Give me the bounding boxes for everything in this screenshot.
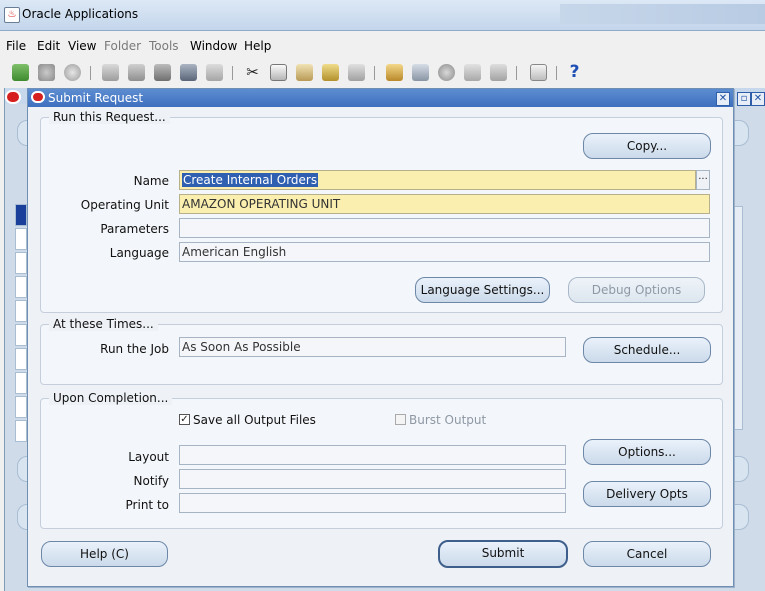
parameters-label: Parameters (100, 222, 169, 236)
menu-folder[interactable]: Folder (104, 39, 141, 53)
window-tile-icon[interactable] (530, 64, 547, 81)
window-title-bar: ♨ Oracle Applications (0, 0, 765, 31)
paste-icon[interactable] (296, 64, 313, 81)
language-label: Language (109, 246, 169, 260)
menu-file[interactable]: File (6, 39, 26, 53)
toolbar: ✂ ? (0, 60, 765, 86)
name-field[interactable]: Create Internal Orders (179, 170, 696, 190)
background-record-indicator (15, 204, 27, 226)
switch-responsibility-icon[interactable] (154, 64, 171, 81)
navigator-icon[interactable] (64, 64, 81, 81)
cancel-button[interactable]: Cancel (583, 541, 711, 567)
find-icon[interactable] (38, 64, 55, 81)
run-request-group-label: Run this Request... (49, 110, 170, 124)
new-record-icon[interactable] (12, 64, 29, 81)
background-cell (15, 420, 27, 442)
menu-view[interactable]: View (68, 39, 96, 53)
times-group-label: At these Times... (49, 317, 158, 331)
completion-group-label: Upon Completion... (49, 391, 173, 405)
edit-field-icon[interactable] (386, 64, 403, 81)
name-lov-button[interactable]: ... (696, 170, 710, 190)
print-icon[interactable] (180, 64, 197, 81)
burst-output-label: Burst Output (409, 413, 487, 427)
dialog-title-bar: Submit Request ✕ (28, 89, 733, 107)
folder-tools-icon[interactable] (490, 64, 507, 81)
print-to-label: Print to (125, 498, 169, 512)
print-to-field[interactable] (179, 493, 566, 513)
oracle-logo-icon (31, 91, 45, 103)
delete-record-icon[interactable] (348, 64, 365, 81)
background-cell (15, 324, 27, 346)
language-settings-button[interactable]: Language Settings... (415, 277, 550, 303)
toolbar-separator (374, 66, 375, 80)
name-label: Name (133, 174, 169, 188)
save-output-label: Save all Output Files (193, 413, 316, 427)
run-job-field[interactable]: As Soon As Possible (179, 337, 566, 357)
menu-window[interactable]: Window (190, 39, 237, 53)
copy-icon[interactable] (270, 64, 287, 81)
schedule-button[interactable]: Schedule... (583, 337, 711, 363)
window-title: Oracle Applications (22, 7, 139, 21)
submit-request-dialog: Submit Request ✕ Run this Request... Cop… (27, 88, 734, 587)
parameters-field[interactable] (179, 218, 710, 238)
save-icon[interactable] (102, 64, 119, 81)
layout-label: Layout (128, 450, 169, 464)
help-icon[interactable]: ? (566, 64, 583, 81)
operating-unit-field[interactable]: AMAZON OPERATING UNIT (179, 194, 710, 214)
submit-button[interactable]: Submit (438, 540, 568, 568)
background-cell (15, 372, 27, 394)
attachments-icon[interactable] (464, 64, 481, 81)
notify-field[interactable] (179, 469, 566, 489)
menu-edit[interactable]: Edit (37, 39, 60, 53)
background-form-restore-icon[interactable]: ▫ (737, 92, 751, 106)
menu-tools[interactable]: Tools (149, 39, 179, 53)
dialog-title: Submit Request (48, 91, 144, 105)
oracle-form-icon (5, 90, 21, 104)
burst-output-checkbox[interactable] (395, 414, 406, 425)
delivery-opts-button[interactable]: Delivery Opts (583, 481, 711, 507)
toolbar-separator (516, 66, 517, 80)
toolbar-separator (90, 66, 91, 80)
menu-help[interactable]: Help (244, 39, 271, 53)
notify-label: Notify (133, 474, 169, 488)
debug-options-button[interactable]: Debug Options (568, 277, 705, 303)
background-cell (15, 348, 27, 370)
help-button[interactable]: Help (C) (41, 541, 168, 567)
background-scrollbar (733, 206, 743, 430)
run-job-label: Run the Job (100, 342, 169, 356)
translations-icon[interactable] (438, 64, 455, 81)
next-step-icon[interactable] (128, 64, 145, 81)
cut-icon[interactable]: ✂ (244, 64, 261, 81)
java-app-icon: ♨ (4, 7, 20, 23)
clear-record-icon[interactable] (322, 64, 339, 81)
close-form-icon[interactable] (206, 64, 223, 81)
background-cell (15, 228, 27, 250)
copy-button[interactable]: Copy... (583, 133, 711, 159)
layout-field[interactable] (179, 445, 566, 465)
zoom-icon[interactable] (412, 64, 429, 81)
background-form-close-icon[interactable]: ✕ (751, 92, 765, 106)
window-controls-area (560, 4, 765, 24)
toolbar-separator (232, 66, 233, 80)
name-value: Create Internal Orders (182, 173, 319, 187)
background-cell (15, 276, 27, 298)
background-cell (15, 300, 27, 322)
background-cell (15, 396, 27, 418)
operating-unit-label: Operating Unit (80, 198, 169, 212)
background-cell (15, 252, 27, 274)
save-output-checkbox[interactable]: ✓ (179, 414, 190, 425)
menu-bar: File Edit View Folder Tools Window Help (0, 36, 765, 56)
language-field[interactable]: American English (179, 242, 710, 262)
toolbar-separator (556, 66, 557, 80)
dialog-close-icon[interactable]: ✕ (716, 92, 730, 106)
options-button[interactable]: Options... (583, 439, 711, 465)
